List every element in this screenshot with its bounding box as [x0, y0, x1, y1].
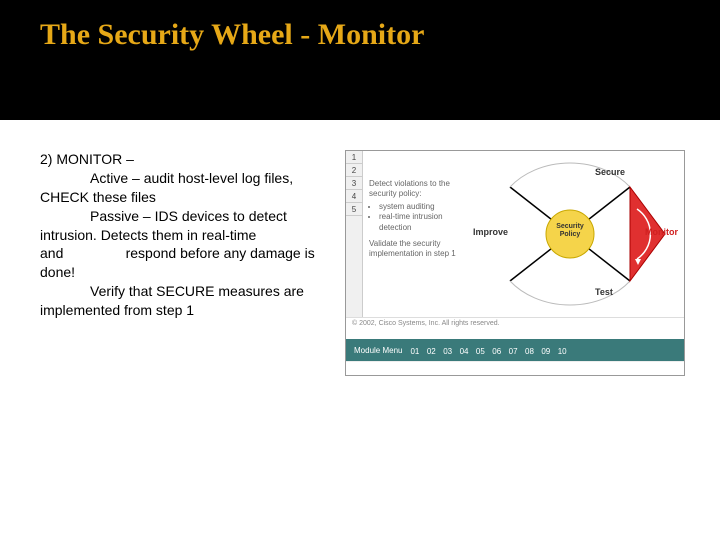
slide-header: The Security Wheel - Monitor — [0, 0, 720, 120]
tab-2[interactable]: 2 — [346, 164, 362, 177]
tab-4[interactable]: 4 — [346, 190, 362, 203]
module-menu-bar: Module Menu 01 02 03 04 05 06 07 08 09 1… — [346, 339, 684, 361]
menu-item[interactable]: 09 — [541, 347, 550, 356]
label-center: Security Policy — [552, 223, 588, 238]
diagram-tabs: 1 2 3 4 5 — [346, 151, 363, 317]
label-improve: Improve — [473, 227, 508, 237]
info-sub: Validate the security implementation in … — [369, 239, 469, 260]
menu-item[interactable]: 02 — [427, 347, 436, 356]
label-monitor: Monitor — [645, 227, 678, 237]
body-heading: 2) MONITOR – — [40, 150, 330, 169]
info-bullet: real-time intrusion detection — [379, 212, 469, 233]
diagram-info: Detect violations to the security policy… — [369, 159, 469, 309]
diagram-copyright: © 2002, Cisco Systems, Inc. All rights r… — [346, 317, 684, 329]
menu-item[interactable]: 06 — [492, 347, 501, 356]
module-menu-items: 01 02 03 04 05 06 07 08 09 10 — [410, 341, 569, 359]
tab-5[interactable]: 5 — [346, 203, 362, 216]
menu-item[interactable]: 10 — [558, 347, 567, 356]
label-test: Test — [595, 287, 613, 297]
body-line-passive: Passive – IDS devices to detect intrusio… — [40, 207, 330, 283]
menu-item[interactable]: 04 — [460, 347, 469, 356]
menu-item[interactable]: 05 — [476, 347, 485, 356]
menu-item[interactable]: 08 — [525, 347, 534, 356]
info-heading: Detect violations to the security policy… — [369, 179, 469, 200]
slide-content: 2) MONITOR – Active – audit host-level l… — [0, 120, 720, 376]
info-bullets: system auditing real-time intrusion dete… — [369, 202, 469, 233]
menu-item[interactable]: 07 — [509, 347, 518, 356]
security-wheel: Secure Monitor Test Improve Security Pol… — [475, 159, 675, 309]
body-line-active: Active – audit host-level log files, CHE… — [40, 169, 330, 207]
menu-item[interactable]: 03 — [443, 347, 452, 356]
body-text: 2) MONITOR – Active – audit host-level l… — [40, 150, 330, 376]
diagram-body: Detect violations to the security policy… — [363, 151, 684, 317]
menu-item[interactable]: 01 — [410, 347, 419, 356]
module-menu-label: Module Menu — [354, 346, 402, 355]
tab-3[interactable]: 3 — [346, 177, 362, 190]
info-bullet: system auditing — [379, 202, 469, 212]
diagram-column: 1 2 3 4 5 Detect violations to the secur… — [345, 150, 685, 376]
tab-1[interactable]: 1 — [346, 151, 362, 164]
diagram-top: 1 2 3 4 5 Detect violations to the secur… — [346, 151, 684, 317]
label-secure: Secure — [595, 167, 625, 177]
slide-title: The Security Wheel - Monitor — [40, 18, 680, 52]
body-line-verify: Verify that SECURE measures are implemen… — [40, 282, 330, 320]
diagram-frame: 1 2 3 4 5 Detect violations to the secur… — [345, 150, 685, 376]
